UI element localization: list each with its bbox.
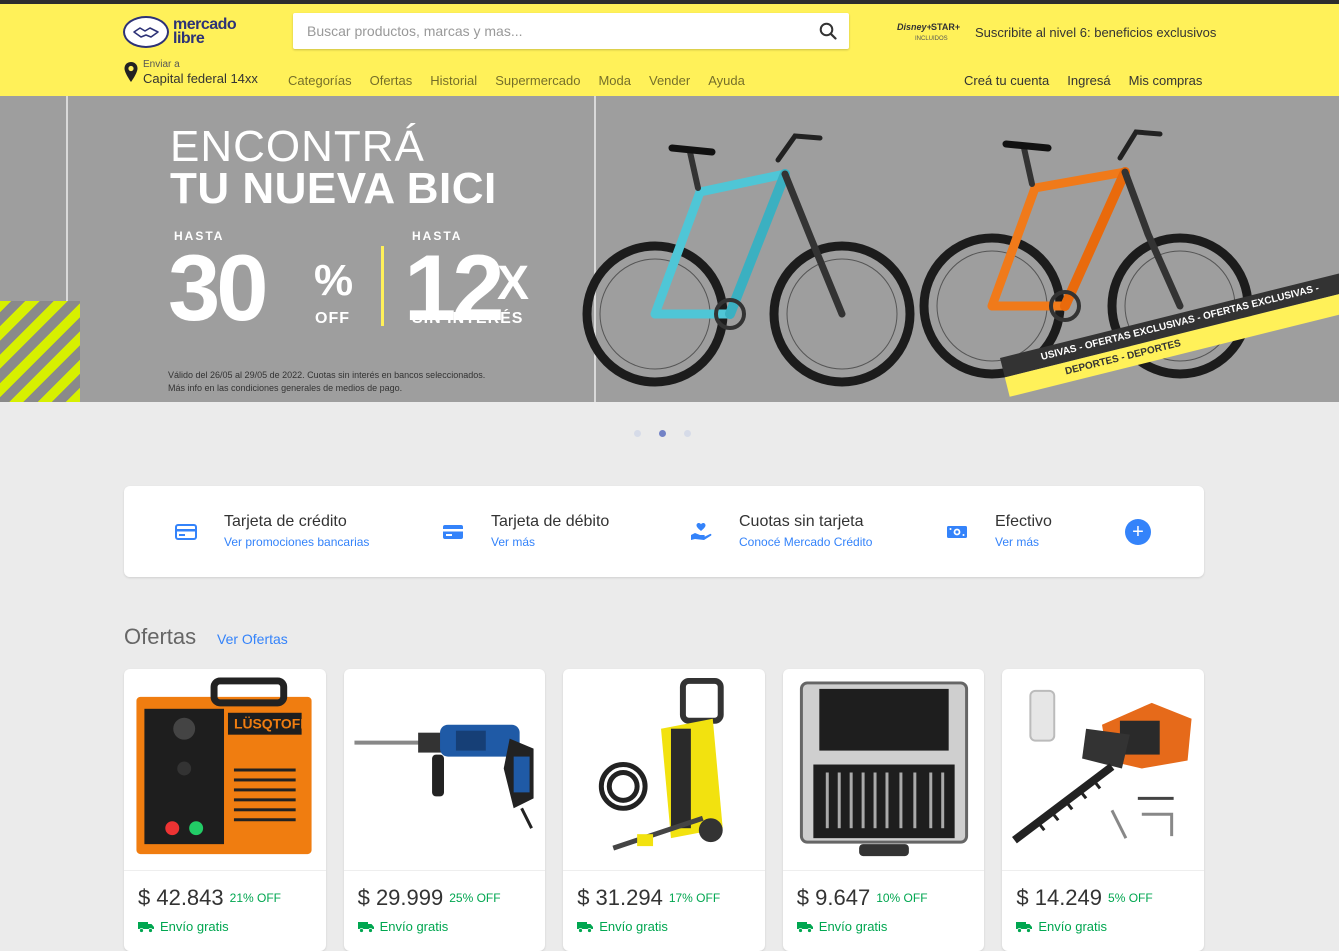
main-nav: Categorías Ofertas Historial Supermercad…	[288, 73, 745, 88]
login-link[interactable]: Ingresá	[1067, 73, 1110, 88]
hand-heart-icon	[691, 523, 712, 540]
shipping-location[interactable]: Enviar a Capital federal 14xx	[123, 59, 258, 91]
truck-icon	[796, 921, 813, 933]
search-bar	[293, 13, 849, 49]
banner-legal-1: Válido del 26/05 al 29/05 de 2022. Cuota…	[168, 370, 486, 380]
product-card[interactable]: $ 14.249 5% OFF Envío gratis	[1002, 669, 1204, 951]
logo-word-2: libre	[173, 30, 205, 47]
more-payment-methods-button[interactable]: +	[1125, 519, 1151, 545]
banner-installments-x: X	[497, 257, 530, 310]
nav-ayuda[interactable]: Ayuda	[708, 73, 745, 88]
rotary-hammer-drill-image	[343, 724, 546, 871]
mercadolibre-logo[interactable]: mercado libre	[123, 14, 248, 50]
handshake-icon	[123, 16, 169, 48]
payment-methods-card: Tarjeta de crédito Ver promociones banca…	[124, 486, 1204, 577]
credit-card-icon	[175, 524, 197, 540]
payment-title: Tarjeta de crédito	[224, 513, 347, 530]
banner-legal-2: Más info en las condiciones generales de…	[168, 383, 403, 393]
payment-link[interactable]: Conocé Mercado Crédito	[739, 535, 872, 549]
product-price: $ 9.647	[796, 885, 871, 910]
product-price: $ 29.999	[357, 885, 444, 910]
cash-icon	[947, 526, 967, 538]
hedge-trimmer-image	[1002, 689, 1204, 871]
carousel-dot-3[interactable]	[684, 430, 691, 437]
search-input[interactable]	[293, 13, 793, 49]
disney-included-label: INCLUIDOS	[915, 36, 948, 42]
create-account-link[interactable]: Creá tu cuenta	[964, 73, 1049, 88]
debit-card-icon	[443, 525, 463, 539]
search-icon	[819, 22, 837, 40]
nav-categorias[interactable]: Categorías	[288, 73, 352, 88]
free-shipping: Envío gratis	[577, 919, 668, 934]
banner-title-2: TU NUEVA BICI	[170, 164, 497, 213]
banner-discount-off: OFF	[315, 310, 350, 327]
svg-text:LÜSQTOFF: LÜSQTOFF	[234, 716, 309, 732]
payment-link[interactable]: Ver más	[995, 535, 1039, 549]
shipping-label: Envío gratis	[379, 919, 449, 934]
payment-title: Cuotas sin tarjeta	[739, 513, 864, 530]
search-button[interactable]	[817, 20, 839, 42]
banner-separator	[381, 246, 384, 326]
ship-location-value: Capital federal 14xx	[143, 71, 258, 86]
carousel-dot-1[interactable]	[634, 430, 641, 437]
shipping-label: Envío gratis	[160, 919, 229, 934]
product-discount: 17% OFF	[668, 891, 721, 905]
product-price: $ 42.843	[138, 885, 224, 910]
disney-star-badge[interactable]: Disney+ STAR+ INCLUIDOS	[897, 22, 967, 48]
banner-discount-percent: %	[314, 256, 354, 305]
disney-logo: Disney+	[897, 22, 932, 32]
product-card[interactable]: LÜSQTOFF $ 42.843 21% OFF Envío gratis	[124, 669, 326, 951]
truck-icon	[1016, 921, 1033, 933]
site-header: mercado libre Disney+ STAR+ INCLUIDOS Su…	[0, 4, 1339, 96]
product-card[interactable]: $ 9.647 10% OFF Envío gratis	[782, 669, 985, 951]
truck-icon	[577, 921, 594, 933]
banner-discount-number: 30	[168, 235, 269, 340]
payment-link[interactable]: Ver promociones bancarias	[224, 535, 369, 549]
nav-vender[interactable]: Vender	[649, 73, 690, 88]
my-purchases-link[interactable]: Mis compras	[1129, 73, 1203, 88]
offers-carousel: LÜSQTOFF $ 42.843 21% OFF Envío gratis $…	[124, 669, 1204, 951]
subscription-promo[interactable]: Suscribite al nivel 6: beneficios exclus…	[975, 25, 1216, 40]
nav-historial[interactable]: Historial	[430, 73, 477, 88]
truck-icon	[138, 921, 154, 933]
free-shipping: Envío gratis	[138, 919, 229, 934]
product-discount: 21% OFF	[229, 891, 281, 905]
product-discount: 5% OFF	[1108, 891, 1153, 905]
shipping-label: Envío gratis	[818, 919, 888, 934]
product-price: $ 31.294	[577, 885, 663, 910]
view-offers-link[interactable]: Ver Ofertas	[217, 631, 288, 647]
payment-link[interactable]: Ver más	[491, 535, 535, 549]
ship-label: Enviar a	[143, 59, 180, 70]
banner-stripes	[0, 301, 80, 402]
offers-section-title: Ofertas	[124, 624, 197, 649]
product-discount: 10% OFF	[876, 891, 928, 905]
free-shipping: Envío gratis	[796, 919, 888, 934]
product-price: $ 14.249	[1016, 885, 1103, 910]
shipping-label: Envío gratis	[599, 919, 668, 934]
payment-title: Tarjeta de débito	[491, 513, 610, 530]
shipping-label: Envío gratis	[1038, 919, 1108, 934]
free-shipping: Envío gratis	[1016, 919, 1107, 934]
product-card[interactable]: $ 31.294 17% OFF Envío gratis	[563, 669, 765, 951]
drill-bit-case-image	[782, 681, 985, 871]
star-logo: STAR+	[931, 22, 961, 32]
nav-ofertas[interactable]: Ofertas	[370, 73, 413, 88]
account-nav: Creá tu cuenta Ingresá Mis compras	[964, 73, 1202, 88]
nav-supermercado[interactable]: Supermercado	[495, 73, 580, 88]
free-shipping: Envío gratis	[357, 919, 449, 934]
payment-title: Efectivo	[995, 513, 1052, 530]
nav-moda[interactable]: Moda	[598, 73, 631, 88]
banner-installments-label: SIN INTERÉS	[412, 310, 524, 327]
carousel-dot-2[interactable]	[659, 430, 666, 437]
hero-banner[interactable]: ENCONTRÁ TU NUEVA BICI HASTA 30 % OFF HA…	[0, 96, 1339, 402]
pressure-washer-image	[563, 677, 765, 871]
product-discount: 25% OFF	[449, 891, 501, 905]
truck-icon	[357, 921, 374, 933]
product-card[interactable]: $ 29.999 25% OFF Envío gratis	[343, 669, 546, 951]
location-pin-icon	[124, 62, 138, 82]
welder-machine-image: LÜSQTOFF	[124, 677, 326, 871]
carousel-dots	[634, 430, 691, 437]
